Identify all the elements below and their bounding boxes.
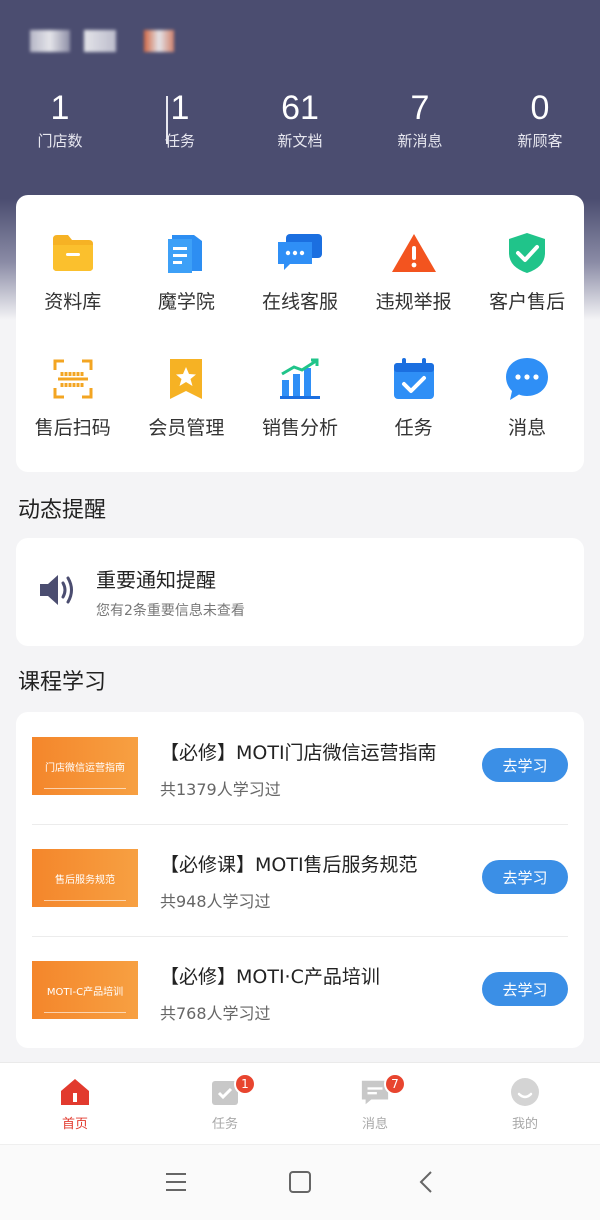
shortcut-label: 任务 (394, 417, 433, 439)
course-thumbnail: MOTI-C产品培训 (32, 961, 138, 1019)
blurred-user-info (30, 30, 174, 52)
course-thumbnail-text: MOTI-C产品培训 (46, 986, 124, 998)
tab-label: 首页 (61, 1117, 88, 1132)
shortcut-label: 销售分析 (261, 417, 338, 439)
profile-icon (510, 1077, 540, 1107)
course-item[interactable]: 售后服务规范 【必修课】MOTI售后服务规范 共948人学习过 去学习 (16, 824, 584, 936)
shield-check-icon (503, 229, 551, 277)
course-thumbnail: 门店微信运营指南 (32, 737, 138, 795)
stat-label: 任务 (164, 132, 195, 150)
course-title: 【必修】MOTI门店微信运营指南 (160, 742, 437, 764)
shortcut-online-service[interactable]: 在线客服 (243, 195, 357, 325)
stat-new-messages[interactable]: 7 新消息 (360, 86, 480, 152)
shortcut-messages[interactable]: 消息 (470, 325, 584, 455)
course-thumbnail-text: 售后服务规范 (55, 874, 115, 886)
course-learners: 共768人学习过 (160, 1004, 271, 1023)
course-learners: 共1379人学习过 (160, 780, 281, 799)
stats-divider (166, 96, 168, 144)
shortcut-label: 售后扫码 (34, 417, 111, 439)
start-learning-button[interactable]: 去学习 (482, 972, 568, 1006)
course-thumbnail: 售后服务规范 (32, 849, 138, 907)
shortcut-label: 消息 (508, 417, 547, 439)
tab-badge: 1 (234, 1073, 256, 1095)
notices-section-title: 动态提醒 (18, 498, 107, 523)
courses-section-title: 课程学习 (18, 670, 107, 695)
shortcut-label: 资料库 (44, 291, 102, 313)
shortcut-academy[interactable]: 魔学院 (130, 195, 244, 325)
shortcut-report-violation[interactable]: 违规举报 (357, 195, 471, 325)
blurred-name (84, 30, 116, 52)
notice-title: 重要通知提醒 (96, 568, 216, 592)
folder-icon (49, 229, 97, 277)
chat-bubbles-icon (276, 229, 324, 277)
start-learning-button[interactable]: 去学习 (482, 860, 568, 894)
stat-label: 新消息 (397, 132, 443, 150)
stat-value: 7 (410, 89, 430, 127)
shortcut-label: 会员管理 (148, 417, 225, 439)
stat-new-customers[interactable]: 0 新顾客 (480, 86, 600, 152)
course-thumbnail-text: 门店微信运营指南 (45, 762, 125, 774)
shortcut-member-management[interactable]: 会员管理 (130, 325, 244, 455)
system-navigation-bar (0, 1144, 600, 1220)
shortcut-label: 魔学院 (157, 291, 215, 313)
stat-tasks[interactable]: 1 任务 (120, 86, 240, 152)
stat-value: 1 (170, 89, 190, 127)
shortcut-label: 在线客服 (261, 291, 338, 313)
tab-badge: 7 (384, 1073, 406, 1095)
member-star-icon (162, 355, 210, 403)
shortcut-library[interactable]: 资料库 (16, 195, 130, 325)
shortcut-after-sales[interactable]: 客户售后 (470, 195, 584, 325)
home-square-icon[interactable] (288, 1171, 312, 1197)
speaker-icon (38, 572, 78, 612)
notice-subtitle: 您有2条重要信息未查看 (96, 603, 245, 619)
course-learners: 共948人学习过 (160, 892, 271, 911)
course-list-card: 门店微信运营指南 【必修】MOTI门店微信运营指南 共1379人学习过 去学习 … (16, 712, 584, 1048)
scan-icon (49, 355, 97, 403)
tab-tasks[interactable]: 1 任务 (150, 1063, 300, 1144)
tab-label: 任务 (211, 1117, 238, 1132)
blurred-avatar (30, 30, 70, 52)
back-icon[interactable] (416, 1171, 436, 1197)
notice-card[interactable]: 重要通知提醒 您有2条重要信息未查看 (16, 538, 584, 646)
tab-home[interactable]: 首页 (0, 1063, 150, 1144)
shortcut-tasks[interactable]: 任务 (357, 325, 471, 455)
calendar-check-icon (390, 355, 438, 403)
stat-label: 门店数 (37, 132, 83, 150)
stat-new-docs[interactable]: 61 新文档 (240, 86, 360, 152)
shortcut-after-sales-scan[interactable]: 售后扫码 (16, 325, 130, 455)
stat-value: 61 (281, 89, 319, 127)
stats-row: 1 门店数 1 任务 61 新文档 7 新消息 0 新顾客 (0, 86, 600, 156)
shortcut-label: 客户售后 (489, 291, 566, 313)
course-item[interactable]: 门店微信运营指南 【必修】MOTI门店微信运营指南 共1379人学习过 去学习 (16, 712, 584, 824)
stat-value: 1 (50, 89, 70, 127)
tab-profile[interactable]: 我的 (450, 1063, 600, 1144)
shortcut-grid-card: 资料库 魔学院 在线客服 违规举报 客户售后 售后扫码 会员管理 销售分析 任务… (16, 195, 584, 472)
stat-label: 新顾客 (517, 132, 563, 150)
shortcut-sales-analysis[interactable]: 销售分析 (243, 325, 357, 455)
stat-value: 0 (530, 89, 550, 127)
bottom-tab-bar: 首页 1 任务 7 消息 我的 (0, 1062, 600, 1144)
tab-label: 消息 (361, 1117, 388, 1132)
course-title: 【必修课】MOTI售后服务规范 (160, 854, 418, 876)
warning-icon (390, 229, 438, 277)
course-title: 【必修】MOTI·C产品培训 (160, 966, 380, 988)
tab-messages[interactable]: 7 消息 (300, 1063, 450, 1144)
blurred-tag (144, 30, 174, 52)
start-learning-button[interactable]: 去学习 (482, 748, 568, 782)
book-icon (162, 229, 210, 277)
home-icon (60, 1077, 90, 1107)
course-item[interactable]: MOTI-C产品培训 【必修】MOTI·C产品培训 共768人学习过 去学习 (16, 936, 584, 1048)
message-bubble-icon (503, 355, 551, 403)
menu-icon[interactable] (164, 1171, 188, 1197)
stat-label: 新文档 (277, 132, 323, 150)
shortcut-label: 违规举报 (375, 291, 452, 313)
tab-label: 我的 (511, 1117, 538, 1132)
stat-stores[interactable]: 1 门店数 (0, 86, 120, 152)
bar-chart-icon (276, 355, 324, 403)
